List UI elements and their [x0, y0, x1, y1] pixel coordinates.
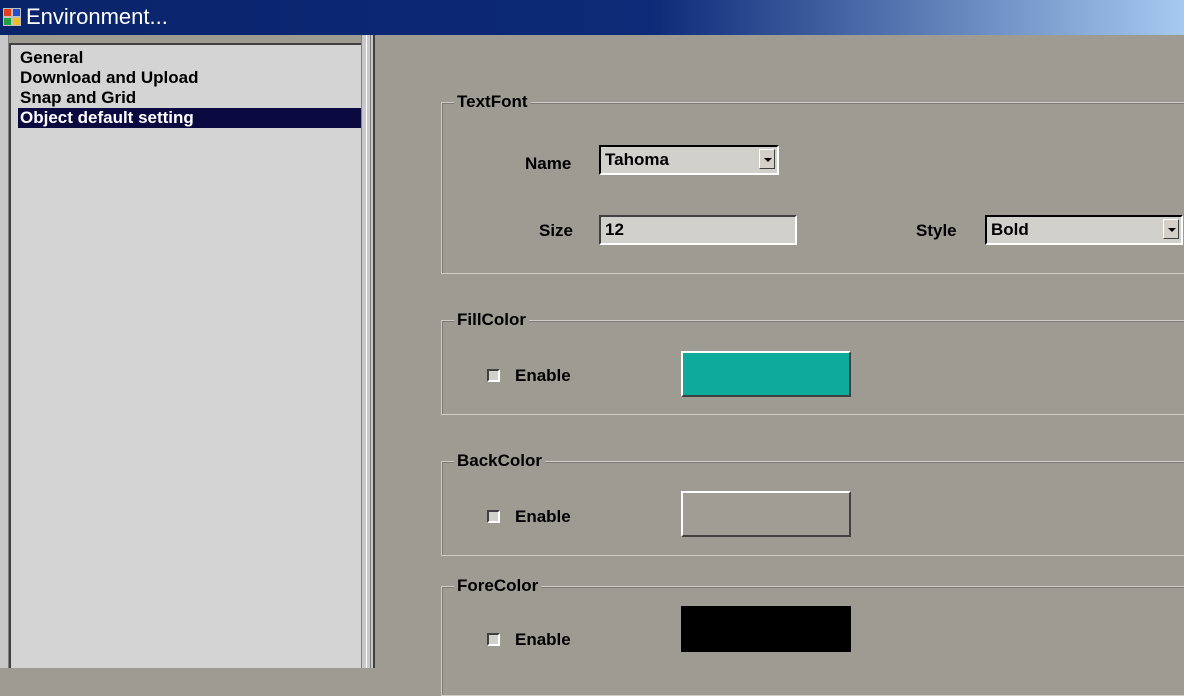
window-title: Environment... [26, 4, 168, 29]
chevron-down-icon[interactable] [1163, 219, 1179, 239]
window-left-border [0, 35, 9, 668]
fillcolor-group: FillColor Enable [441, 309, 1184, 415]
forecolor-enable-label[interactable]: Enable [515, 629, 571, 651]
list-item-general[interactable]: General [18, 48, 362, 68]
font-name-label: Name [525, 154, 572, 173]
textfont-group-label: TextFont [454, 91, 531, 113]
font-name-combobox[interactable]: Tahoma [599, 145, 779, 175]
title-bar[interactable]: Environment... [0, 0, 1184, 35]
splitter-grip [366, 35, 371, 668]
list-item-download-upload[interactable]: Download and Upload [18, 68, 362, 88]
backcolor-enable-checkbox[interactable] [487, 510, 500, 523]
font-size-value: 12 [605, 220, 624, 239]
backcolor-group: BackColor Enable [441, 450, 1184, 556]
font-size-input[interactable]: 12 [599, 215, 797, 245]
fillcolor-enable-label[interactable]: Enable [515, 365, 571, 387]
forecolor-group: ForeColor Enable [441, 575, 1184, 696]
forecolor-group-label: ForeColor [454, 575, 542, 597]
backcolor-swatch-button[interactable] [681, 491, 851, 537]
list-item-snap-grid[interactable]: Snap and Grid [18, 88, 362, 108]
forecolor-swatch-button[interactable] [681, 606, 851, 652]
settings-category-list[interactable]: General Download and Upload Snap and Gri… [9, 43, 362, 668]
font-style-combobox[interactable]: Bold [985, 215, 1183, 245]
font-style-label: Style [916, 221, 957, 240]
font-style-value: Bold [991, 220, 1029, 239]
backcolor-group-label: BackColor [454, 450, 546, 472]
fillcolor-enable-checkbox[interactable] [487, 369, 500, 382]
panel-splitter[interactable] [361, 35, 375, 668]
content-top-edge [375, 35, 1184, 43]
fillcolor-swatch-button[interactable] [681, 351, 851, 397]
window-app-icon [3, 8, 21, 26]
list-item-object-default-setting[interactable]: Object default setting [18, 108, 362, 128]
chevron-down-icon[interactable] [759, 149, 775, 169]
backcolor-enable-label[interactable]: Enable [515, 506, 571, 528]
textfont-group: TextFont Name Tahoma Size 12 Style Bold [441, 91, 1184, 274]
font-name-value: Tahoma [605, 150, 669, 169]
forecolor-enable-checkbox[interactable] [487, 633, 500, 646]
fillcolor-group-label: FillColor [454, 309, 529, 331]
font-size-label: Size [539, 221, 574, 240]
